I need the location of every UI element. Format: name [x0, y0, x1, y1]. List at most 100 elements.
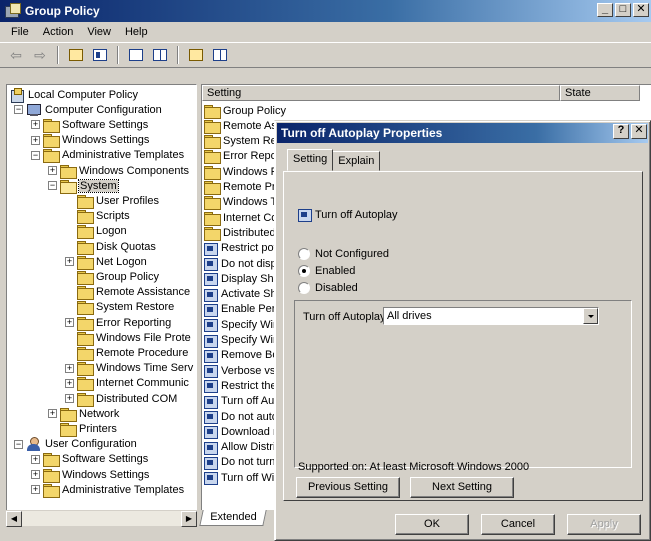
tree-item[interactable]: Windows Time Serv — [77, 361, 193, 377]
collapse-icon[interactable]: − — [48, 181, 57, 191]
list-item[interactable]: Internet Co — [204, 210, 277, 226]
list-item[interactable]: Display Shul — [204, 271, 282, 287]
tree-item[interactable]: Local Computer Policy — [9, 87, 138, 103]
collapse-icon[interactable]: − — [31, 150, 40, 160]
radio-enabled[interactable]: Enabled — [298, 265, 355, 277]
forward-arrow-icon[interactable]: ⇨ — [30, 45, 50, 65]
menu-help[interactable]: Help — [118, 26, 155, 38]
tab-setting[interactable]: Setting — [287, 149, 334, 171]
list-item[interactable]: Do not turn — [204, 455, 275, 470]
next-setting-button[interactable]: Next Setting — [410, 477, 514, 498]
list-item[interactable]: Restrict pot — [204, 241, 277, 256]
scroll-right-icon[interactable]: ▶ — [181, 511, 197, 527]
tree-item[interactable]: Group Policy — [77, 269, 159, 285]
menu-file[interactable]: File — [4, 26, 36, 38]
list-item[interactable]: Group Policy — [204, 103, 286, 119]
tree-item[interactable]: Computer Configuration — [26, 102, 162, 117]
tree-item[interactable]: Windows Settings — [43, 133, 149, 149]
list-item[interactable]: Distributed — [204, 225, 276, 241]
console-tree[interactable]: Local Computer Policy − Computer Configura… — [6, 84, 197, 525]
minimize-button[interactable]: _ — [597, 3, 613, 17]
expand-icon[interactable]: + — [31, 485, 40, 495]
tree-item[interactable]: Internet Communic — [77, 376, 189, 392]
expand-icon[interactable]: + — [65, 318, 74, 327]
list-item[interactable]: Turn off Wir — [204, 470, 278, 486]
list-item[interactable]: Specify Win — [204, 317, 279, 333]
tree-item[interactable]: Remote Procedure — [77, 345, 188, 361]
tree-item[interactable]: Administrative Templates — [43, 148, 184, 164]
tree-item[interactable]: Distributed COM — [77, 391, 177, 407]
list-item[interactable]: Turn off Aut — [204, 394, 277, 409]
list-item[interactable]: Enable Pers — [204, 302, 281, 317]
radio-disabled[interactable]: Disabled — [298, 282, 358, 294]
collapse-icon[interactable]: − — [14, 439, 23, 449]
list-item[interactable]: Download m — [204, 424, 282, 440]
list-item[interactable]: Allow Distrib — [204, 440, 282, 455]
scroll-left-icon[interactable]: ◀ — [6, 511, 22, 527]
list-item[interactable]: Do not displ — [204, 256, 279, 271]
expand-icon[interactable]: + — [31, 454, 40, 464]
expand-icon[interactable]: + — [48, 409, 57, 419]
chevron-down-icon[interactable] — [583, 308, 598, 324]
help-icon[interactable] — [186, 45, 206, 65]
radio-indicator-checked[interactable] — [298, 265, 310, 277]
tree-item[interactable]: Remote Assistance — [77, 285, 190, 301]
ok-button[interactable]: OK — [395, 514, 469, 535]
show-hide-tree-icon[interactable] — [90, 45, 110, 65]
expand-icon[interactable]: + — [31, 135, 40, 145]
dialog-close-button[interactable]: ✕ — [631, 124, 647, 139]
list-item[interactable]: Windows Fil — [204, 164, 282, 180]
list-item[interactable]: Remote Ass — [204, 118, 282, 134]
tree-item[interactable]: Network — [60, 406, 119, 422]
expand-icon[interactable]: + — [48, 166, 57, 175]
expand-icon[interactable]: + — [65, 378, 74, 388]
list-item[interactable]: Restrict the — [204, 378, 277, 394]
export-list-icon[interactable] — [150, 45, 170, 65]
list-item[interactable]: Error Repor — [204, 149, 280, 165]
tree-item[interactable]: Software Settings — [43, 117, 148, 133]
tree-item[interactable]: User Configuration — [26, 437, 137, 452]
column-header-state[interactable]: State — [560, 85, 640, 101]
close-button[interactable]: ✕ — [633, 3, 649, 17]
extended-tab[interactable]: Extended — [199, 510, 268, 526]
menu-view[interactable]: View — [80, 26, 118, 38]
expand-icon[interactable]: + — [65, 257, 74, 267]
tree-item[interactable]: Error Reporting — [77, 315, 171, 331]
list-item[interactable]: Verbose vs — [204, 363, 275, 379]
list-item[interactable]: Remote Pro — [204, 180, 282, 195]
autoplay-drives-select[interactable]: All drives — [383, 307, 599, 325]
expand-icon[interactable]: + — [65, 363, 74, 373]
expand-icon[interactable]: + — [31, 470, 40, 479]
expand-icon[interactable]: + — [31, 120, 40, 130]
radio-indicator[interactable] — [298, 248, 310, 260]
radio-not-configured[interactable]: Not Configured — [298, 248, 389, 260]
list-item[interactable]: Activate Sh — [204, 287, 277, 302]
tree-item[interactable]: Scripts — [77, 209, 130, 225]
main-title-bar[interactable]: Group Policy _ □ ✕ — [0, 0, 651, 22]
tree-item[interactable]: Printers — [60, 421, 117, 437]
tree-item[interactable]: Windows Components — [60, 163, 189, 179]
previous-setting-button[interactable]: Previous Setting — [296, 477, 400, 498]
expand-icon[interactable]: + — [65, 394, 74, 403]
list-item[interactable]: Remove Bo — [204, 348, 278, 363]
list-item[interactable]: Windows Tir — [204, 195, 283, 211]
extended-view-icon[interactable] — [210, 45, 230, 65]
radio-indicator[interactable] — [298, 282, 310, 294]
apply-button[interactable]: Apply — [567, 514, 641, 535]
properties-icon[interactable] — [126, 45, 146, 65]
tree-item[interactable]: Logon — [77, 224, 127, 240]
tree-item[interactable]: Software Settings — [43, 452, 148, 468]
tree-item[interactable]: User Profiles — [77, 193, 159, 209]
dialog-help-button[interactable]: ? — [613, 124, 629, 139]
dialog-title-bar[interactable]: Turn off Autoplay Properties — [277, 123, 648, 143]
cancel-button[interactable]: Cancel — [481, 514, 555, 535]
maximize-button[interactable]: □ — [615, 3, 631, 17]
column-header-setting[interactable]: Setting — [202, 85, 560, 101]
tree-item[interactable]: Windows Settings — [43, 467, 149, 483]
up-folder-icon[interactable] — [66, 45, 86, 65]
list-item[interactable]: Specify Win — [204, 333, 279, 348]
back-arrow-icon[interactable]: ⇦ — [6, 45, 26, 65]
tree-item[interactable]: Net Logon — [77, 254, 147, 270]
list-item[interactable]: Do not auto — [204, 409, 278, 424]
tree-item[interactable]: System — [60, 178, 119, 194]
